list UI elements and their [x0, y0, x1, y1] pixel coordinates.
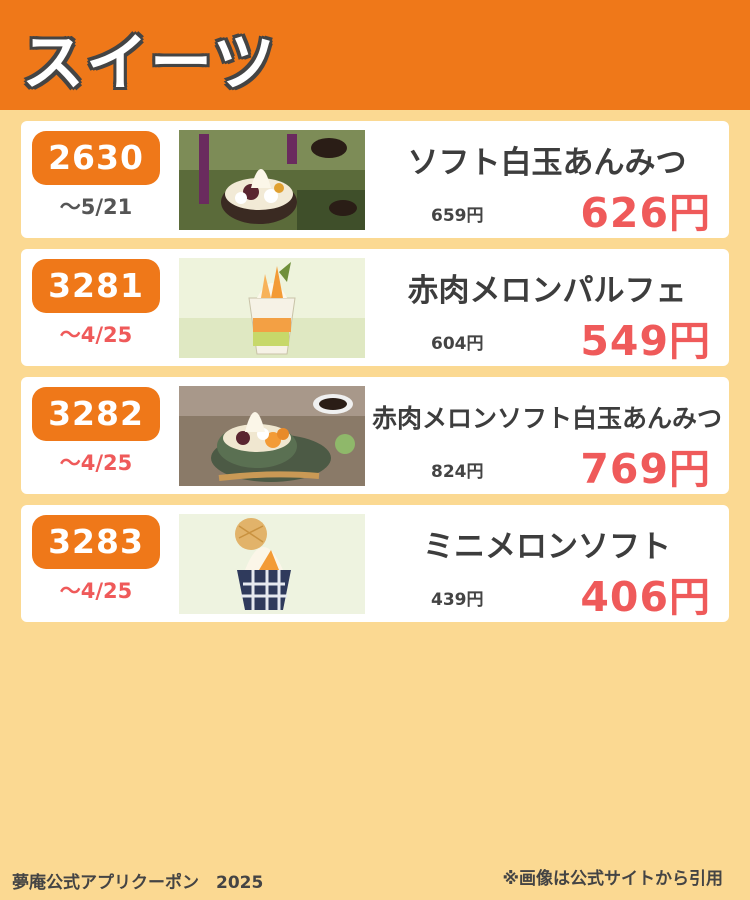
coupon-code-badge: 3281	[32, 259, 160, 313]
coupon-price: 769円	[580, 445, 711, 493]
item-name: 赤肉メロンソフト白玉あんみつ	[371, 404, 722, 433]
original-price: 824円	[431, 462, 484, 482]
coupon-card[interactable]: 3283 〜4/25 ミニメロンソフト 439円 406円	[21, 505, 729, 622]
coupon-price: 406円	[580, 573, 711, 621]
coupon-code-badge: 3282	[32, 387, 160, 441]
coupon-code-badge: 2630	[32, 131, 160, 185]
original-price: 439円	[431, 590, 484, 610]
expiry-date: 〜5/21	[59, 195, 133, 219]
coupon-card[interactable]: 3281 〜4/25 赤肉メロンパルフェ 604円 549円	[21, 249, 729, 366]
expiry-date: 〜4/25	[59, 579, 133, 603]
coupon-price: 549円	[580, 317, 711, 365]
item-name: ミニメロンソフト	[423, 529, 671, 565]
coupon-list: 2630 〜5/21 ソフト白玉あんみつ 659円 626円 3281 〜4/2…	[21, 121, 729, 633]
footer-credit: 夢庵公式アプリクーポン 2025	[12, 873, 264, 893]
header-bar: スイーツ	[0, 0, 750, 110]
coupon-price: 626円	[580, 189, 711, 237]
expiry-date: 〜4/25	[59, 323, 133, 347]
soft-shiratama-anmitsu-image	[179, 130, 365, 230]
original-price: 659円	[431, 206, 484, 226]
expiry-date: 〜4/25	[59, 451, 133, 475]
red-melon-parfait-image	[179, 258, 365, 358]
coupon-code-badge: 3283	[32, 515, 160, 569]
item-name: 赤肉メロンパルフェ	[407, 273, 687, 309]
coupon-card[interactable]: 3282 〜4/25 赤肉メロンソフト白玉あんみつ 824円 769円	[21, 377, 729, 494]
footer-image-note: ※画像は公式サイトから引用	[502, 869, 723, 889]
original-price: 604円	[431, 334, 484, 354]
coupon-card[interactable]: 2630 〜5/21 ソフト白玉あんみつ 659円 626円	[21, 121, 729, 238]
red-melon-soft-anmitsu-image	[179, 386, 365, 486]
page-title: スイーツ	[22, 26, 277, 99]
item-name: ソフト白玉あんみつ	[407, 145, 687, 181]
mini-melon-soft-image	[179, 514, 365, 614]
